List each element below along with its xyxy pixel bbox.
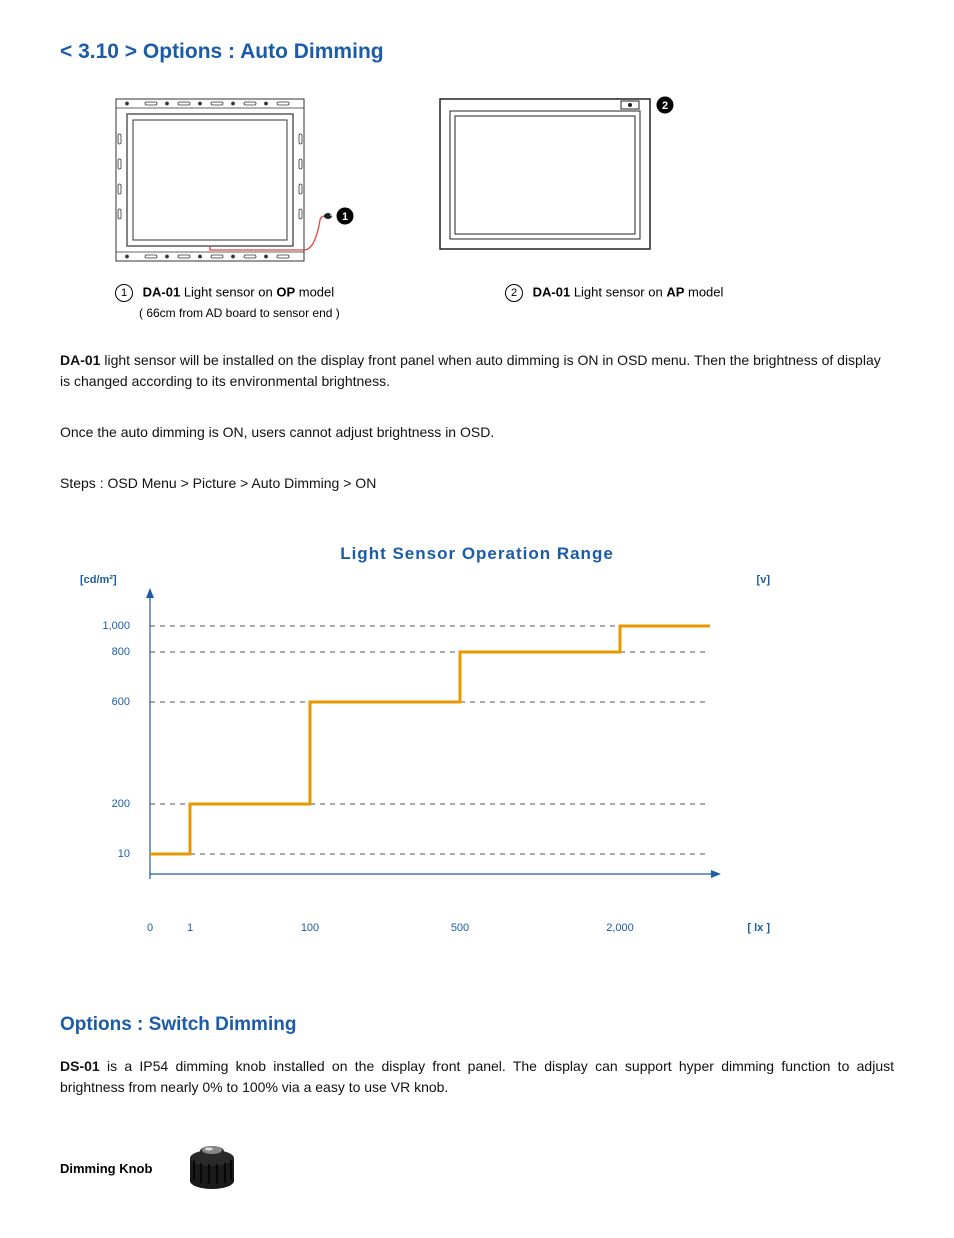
diagram-op-model: 1 bbox=[115, 94, 355, 274]
knob-icon bbox=[182, 1138, 242, 1198]
callout-number-1: 1 bbox=[115, 284, 133, 302]
para-description: DA-01 light sensor will be installed on … bbox=[60, 350, 894, 392]
knob-row: Dimming Knob bbox=[60, 1138, 894, 1198]
callout-number-2: 2 bbox=[505, 284, 523, 302]
svg-text:1: 1 bbox=[342, 211, 348, 223]
section2-text: is a IP54 dimming knob installed on the … bbox=[60, 1058, 894, 1095]
caption1-suffix: model bbox=[295, 284, 334, 299]
da01-label-2: DA-01 bbox=[533, 284, 571, 299]
ds01-bold: DS-01 bbox=[60, 1058, 100, 1074]
diagram-ap-model: 2 bbox=[435, 94, 695, 274]
xtick-1: 1 bbox=[165, 922, 215, 934]
sub-caption-1: ( 66cm from AD board to sensor end ) bbox=[139, 306, 395, 320]
para-note: Once the auto dimming is ON, users canno… bbox=[60, 422, 894, 443]
chart-section: Light Sensor Operation Range [cd/m²] [v]… bbox=[60, 544, 894, 934]
caption1-mid: Light sensor on bbox=[180, 284, 276, 299]
diagrams-row: 1 2 bbox=[115, 94, 894, 274]
knob-label: Dimming Knob bbox=[60, 1161, 152, 1176]
xtick-100: 100 bbox=[285, 922, 335, 934]
xtick-500: 500 bbox=[435, 922, 485, 934]
chart: [cd/m²] [v] [ lx ] 1,000 800 600 200 10 … bbox=[70, 574, 770, 934]
page-title: < 3.10 > Options : Auto Dimming bbox=[60, 40, 894, 64]
model-op: OP bbox=[276, 284, 295, 299]
section-switch-dimming-title: Options : Switch Dimming bbox=[60, 1014, 894, 1036]
chart-title: Light Sensor Operation Range bbox=[60, 544, 894, 564]
para-steps: Steps : OSD Menu > Picture > Auto Dimmin… bbox=[60, 473, 894, 494]
caption-op: 1 DA-01 Light sensor on OP model ( 66cm … bbox=[115, 284, 395, 320]
model-ap: AP bbox=[666, 284, 684, 299]
caption2-mid: Light sensor on bbox=[570, 284, 666, 299]
caption2-suffix: model bbox=[684, 284, 723, 299]
xtick-2000: 2,000 bbox=[595, 922, 645, 934]
x-axis-label: [ lx ] bbox=[747, 922, 770, 934]
caption-row: 1 DA-01 Light sensor on OP model ( 66cm … bbox=[115, 284, 894, 320]
para-switch-dimming: DS-01 is a IP54 dimming knob installed o… bbox=[60, 1056, 894, 1098]
da01-bold: DA-01 bbox=[60, 352, 100, 368]
svg-text:2: 2 bbox=[662, 100, 668, 112]
caption-ap: 2 DA-01 Light sensor on AP model bbox=[505, 284, 723, 320]
para1-text: light sensor will be installed on the di… bbox=[60, 352, 881, 389]
da01-label-1: DA-01 bbox=[143, 284, 181, 299]
